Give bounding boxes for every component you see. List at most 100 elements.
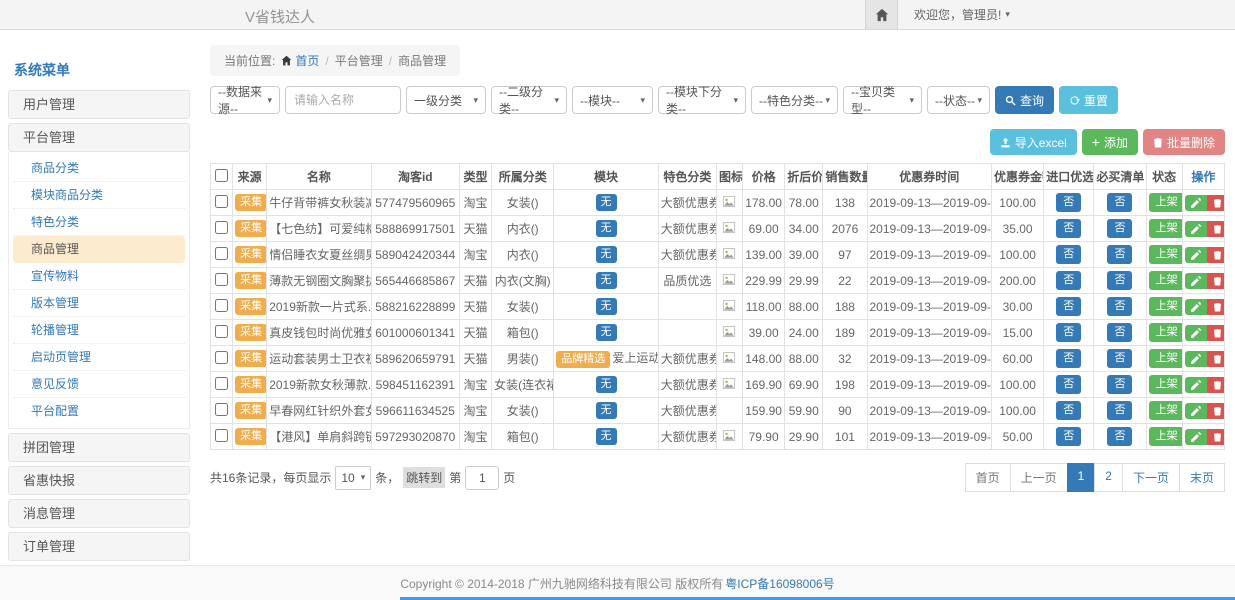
edit-button[interactable] <box>1185 403 1207 419</box>
sidebar-item-goods-category[interactable]: 商品分类 <box>13 155 185 182</box>
per-page-select[interactable]: 10▾ <box>335 466 371 490</box>
import-select-toggle[interactable]: 否 <box>1056 297 1081 315</box>
status-button[interactable]: 上架 <box>1149 427 1183 445</box>
must-buy-toggle[interactable]: 否 <box>1107 375 1132 393</box>
delete-button[interactable] <box>1207 221 1225 237</box>
must-buy-toggle[interactable]: 否 <box>1107 323 1132 341</box>
delete-button[interactable] <box>1207 403 1225 419</box>
sidebar-group-orders[interactable]: 订单管理 <box>8 532 190 561</box>
status-button[interactable]: 上架 <box>1149 349 1183 367</box>
row-checkbox[interactable] <box>215 429 228 442</box>
status-select[interactable]: --状态--▾ <box>927 86 990 114</box>
row-checkbox[interactable] <box>215 377 228 390</box>
jump-page-input[interactable] <box>465 466 499 490</box>
sidebar-item-module-goods-category[interactable]: 模块商品分类 <box>13 182 185 209</box>
edit-button[interactable] <box>1185 247 1207 263</box>
feature-category-select[interactable]: --特色分类--▾ <box>751 86 838 114</box>
search-button[interactable]: 查询 <box>995 86 1054 114</box>
must-buy-toggle[interactable]: 否 <box>1107 271 1132 289</box>
delete-button[interactable] <box>1207 247 1225 263</box>
delete-button[interactable] <box>1207 429 1225 445</box>
status-button[interactable]: 上架 <box>1149 375 1183 393</box>
page-last-button[interactable]: 末页 <box>1179 463 1225 492</box>
edit-button[interactable] <box>1185 195 1207 211</box>
import-select-toggle[interactable]: 否 <box>1056 271 1081 289</box>
sidebar-group-users[interactable]: 用户管理 <box>8 90 190 119</box>
breadcrumb-home-link[interactable]: 首页 <box>281 52 319 69</box>
sidebar-item-goods-management[interactable]: 商品管理 <box>13 236 185 263</box>
page-first-button[interactable]: 首页 <box>965 463 1011 492</box>
sidebar-group-groupbuy[interactable]: 拼团管理 <box>8 433 190 462</box>
must-buy-toggle[interactable]: 否 <box>1107 297 1132 315</box>
status-button[interactable]: 上架 <box>1149 323 1183 341</box>
delete-button[interactable] <box>1207 351 1225 367</box>
import-select-toggle[interactable]: 否 <box>1056 427 1081 445</box>
delete-button[interactable] <box>1207 377 1225 393</box>
import-select-toggle[interactable]: 否 <box>1056 193 1081 211</box>
sidebar-group-messages[interactable]: 消息管理 <box>8 499 190 528</box>
import-select-toggle[interactable]: 否 <box>1056 219 1081 237</box>
sidebar-item-feature-category[interactable]: 特色分类 <box>13 209 185 236</box>
page-2-button[interactable]: 2 <box>1094 463 1123 492</box>
page-next-button[interactable]: 下一页 <box>1122 463 1180 492</box>
must-buy-toggle[interactable]: 否 <box>1107 427 1132 445</box>
sidebar-group-platform[interactable]: 平台管理 <box>8 123 190 152</box>
add-button[interactable]: + 添加 <box>1082 129 1138 155</box>
delete-button[interactable] <box>1207 325 1225 341</box>
edit-button[interactable] <box>1185 221 1207 237</box>
page-prev-button[interactable]: 上一页 <box>1010 463 1068 492</box>
row-checkbox[interactable] <box>215 273 228 286</box>
row-checkbox[interactable] <box>215 247 228 260</box>
edit-button[interactable] <box>1185 273 1207 289</box>
import-select-toggle[interactable]: 否 <box>1056 375 1081 393</box>
edit-button[interactable] <box>1185 377 1207 393</box>
data-source-select[interactable]: --数据来源--▾ <box>210 86 280 114</box>
edit-button[interactable] <box>1185 351 1207 367</box>
must-buy-toggle[interactable]: 否 <box>1107 401 1132 419</box>
row-checkbox[interactable] <box>215 403 228 416</box>
must-buy-toggle[interactable]: 否 <box>1107 193 1132 211</box>
import-select-toggle[interactable]: 否 <box>1056 401 1081 419</box>
name-input[interactable] <box>285 86 401 114</box>
batch-delete-button[interactable]: 批量删除 <box>1143 129 1225 155</box>
user-menu[interactable]: 欢迎您，管理员! ▾ <box>914 6 1010 23</box>
select-all-checkbox[interactable] <box>215 169 228 182</box>
page-1-button[interactable]: 1 <box>1067 463 1096 492</box>
row-checkbox[interactable] <box>215 351 228 364</box>
sidebar-group-express-news[interactable]: 省惠快报 <box>8 466 190 495</box>
reset-button[interactable]: 重置 <box>1059 86 1118 114</box>
edit-button[interactable] <box>1185 429 1207 445</box>
level1-category-select[interactable]: 一级分类▾ <box>406 86 486 114</box>
edit-button[interactable] <box>1185 325 1207 341</box>
row-checkbox[interactable] <box>215 195 228 208</box>
status-button[interactable]: 上架 <box>1149 401 1183 419</box>
module-sub-select[interactable]: --模块下分类--▾ <box>658 86 746 114</box>
status-button[interactable]: 上架 <box>1149 219 1183 237</box>
delete-button[interactable] <box>1207 273 1225 289</box>
must-buy-toggle[interactable]: 否 <box>1107 245 1132 263</box>
sidebar-item-promo-materials[interactable]: 宣传物料 <box>13 263 185 290</box>
home-button[interactable] <box>865 0 898 29</box>
must-buy-toggle[interactable]: 否 <box>1107 349 1132 367</box>
must-buy-toggle[interactable]: 否 <box>1107 219 1132 237</box>
module-select[interactable]: --模块--▾ <box>572 86 653 114</box>
sidebar-item-carousel-management[interactable]: 轮播管理 <box>13 317 185 344</box>
import-excel-button[interactable]: 导入excel <box>990 129 1077 155</box>
status-button[interactable]: 上架 <box>1149 297 1183 315</box>
row-checkbox[interactable] <box>215 221 228 234</box>
delete-button[interactable] <box>1207 195 1225 211</box>
edit-button[interactable] <box>1185 299 1207 315</box>
sidebar-item-splash-management[interactable]: 启动页管理 <box>13 344 185 371</box>
row-checkbox[interactable] <box>215 299 228 312</box>
delete-button[interactable] <box>1207 299 1225 315</box>
status-button[interactable]: 上架 <box>1149 193 1183 211</box>
item-type-select[interactable]: --宝贝类型--▾ <box>843 86 922 114</box>
status-button[interactable]: 上架 <box>1149 245 1183 263</box>
icp-link[interactable]: 粤ICP备16098006号 <box>725 575 834 592</box>
import-select-toggle[interactable]: 否 <box>1056 245 1081 263</box>
sidebar-item-feedback[interactable]: 意见反馈 <box>13 371 185 398</box>
sidebar-item-version-management[interactable]: 版本管理 <box>13 290 185 317</box>
import-select-toggle[interactable]: 否 <box>1056 323 1081 341</box>
level2-category-select[interactable]: --二级分类--▾ <box>491 86 567 114</box>
status-button[interactable]: 上架 <box>1149 271 1183 289</box>
